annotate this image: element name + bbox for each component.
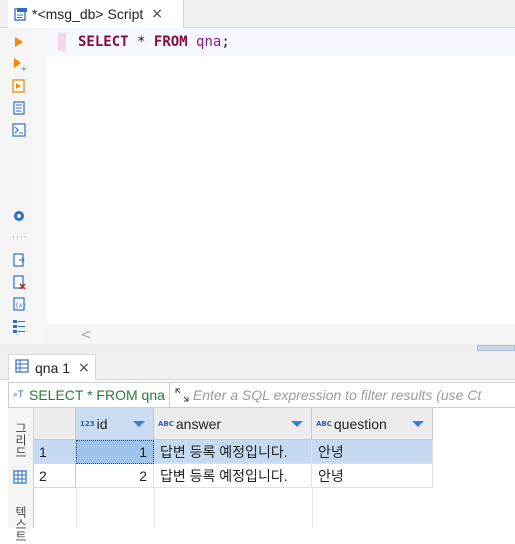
text-type-icon: ABC — [316, 419, 332, 428]
close-icon[interactable]: × — [78, 360, 90, 376]
statement-marker — [58, 33, 66, 51]
sort-arrow-icon[interactable] — [291, 421, 303, 427]
sort-arrow-icon[interactable] — [412, 421, 424, 427]
sql-keyword-select: SELECT — [78, 34, 129, 50]
query-text: SELECT * FROM qna — [29, 387, 165, 403]
results-grid: 123 id ABC answer ABC question 1 1 답변 등록… — [34, 408, 515, 528]
execute-script-icon[interactable] — [11, 78, 27, 94]
editor-tabstrip: *<msg_db> Script × — [0, 0, 515, 28]
format-sql-icon[interactable]: {x} — [11, 296, 27, 312]
row-number[interactable]: 2 — [34, 464, 76, 488]
sql-semicolon: ; — [221, 34, 230, 50]
column-label-question: question — [333, 415, 387, 432]
cell-id[interactable]: 2 — [76, 464, 154, 488]
cell-question[interactable]: 안녕 — [312, 464, 433, 488]
sql-script-icon — [14, 7, 28, 21]
results-tabstrip: qna 1 × — [0, 352, 515, 380]
expand-icon[interactable] — [175, 388, 189, 402]
grid-view-icon[interactable] — [13, 470, 27, 488]
results-view-panel: 그리드 텍스트 — [8, 408, 34, 542]
filter-bar: ⌕T SELECT * FROM qna Enter a SQL express… — [8, 382, 515, 408]
close-icon[interactable]: × — [151, 6, 163, 22]
delete-script-icon[interactable] — [11, 274, 27, 290]
cell-answer[interactable]: 답변 등록 예정입니다. — [154, 464, 312, 488]
console-icon[interactable] — [11, 122, 27, 138]
svg-text:{x}: {x} — [15, 302, 26, 309]
execute-script-tabs-icon[interactable] — [11, 100, 27, 116]
row-number[interactable]: 1 — [34, 440, 76, 464]
numeric-type-icon: 123 — [80, 419, 95, 428]
tab-script-title: *<msg_db> Script — [32, 6, 144, 22]
settings-gear-icon[interactable] — [11, 208, 27, 224]
editor-toolbar: + ···· {x} — [0, 28, 32, 348]
execute-new-tab-icon[interactable]: + — [11, 56, 27, 72]
tab-grid-view[interactable]: 그리드 — [8, 412, 34, 468]
text-type-icon: ABC — [158, 419, 174, 428]
cell-question[interactable]: 안녕 — [312, 440, 433, 464]
cell-id[interactable]: 1 — [76, 440, 154, 464]
tab-text-view[interactable]: 텍스트 — [8, 504, 34, 544]
export-icon[interactable] — [11, 252, 27, 268]
column-divider — [76, 488, 77, 528]
column-header-question[interactable]: ABC question — [312, 408, 433, 440]
sql-table-name: qna — [196, 34, 222, 50]
outline-icon[interactable] — [11, 318, 27, 334]
svg-text:⌕T: ⌕T — [13, 390, 24, 399]
column-header-id[interactable]: 123 id — [76, 408, 154, 440]
splitter-handle[interactable] — [477, 345, 515, 351]
column-label-answer: answer — [175, 415, 222, 432]
table-icon — [15, 358, 29, 377]
scroll-left-icon[interactable]: < — [80, 327, 92, 343]
tab-script[interactable]: *<msg_db> Script × — [8, 0, 184, 28]
sql-editor[interactable]: SELECT * FROM qna; — [46, 28, 515, 324]
sort-arrow-icon[interactable] — [133, 421, 145, 427]
row-number-header — [34, 408, 76, 440]
results-tab-title: qna 1 — [35, 359, 71, 376]
column-divider — [312, 488, 313, 528]
panel-splitter[interactable] — [0, 344, 515, 352]
svg-text:+: + — [21, 65, 26, 71]
column-divider — [154, 488, 155, 528]
cell-answer[interactable]: 답변 등록 예정입니다. — [154, 440, 312, 464]
column-label-id: id — [96, 415, 108, 432]
sql-keyword-from: FROM — [153, 34, 188, 50]
query-text-button[interactable]: ⌕T SELECT * FROM qna — [9, 383, 170, 407]
execute-statement-icon[interactable] — [11, 34, 27, 50]
sql-tag-icon: ⌕T — [13, 387, 27, 403]
column-header-answer[interactable]: ABC answer — [154, 408, 312, 440]
filter-input[interactable]: Enter a SQL expression to filter results… — [193, 387, 481, 403]
sql-code-line[interactable]: SELECT * FROM qna; — [78, 34, 230, 50]
editor-gutter — [32, 28, 46, 348]
tab-results-qna[interactable]: qna 1 × — [8, 354, 96, 380]
toolbar-separator: ···· — [12, 233, 28, 243]
